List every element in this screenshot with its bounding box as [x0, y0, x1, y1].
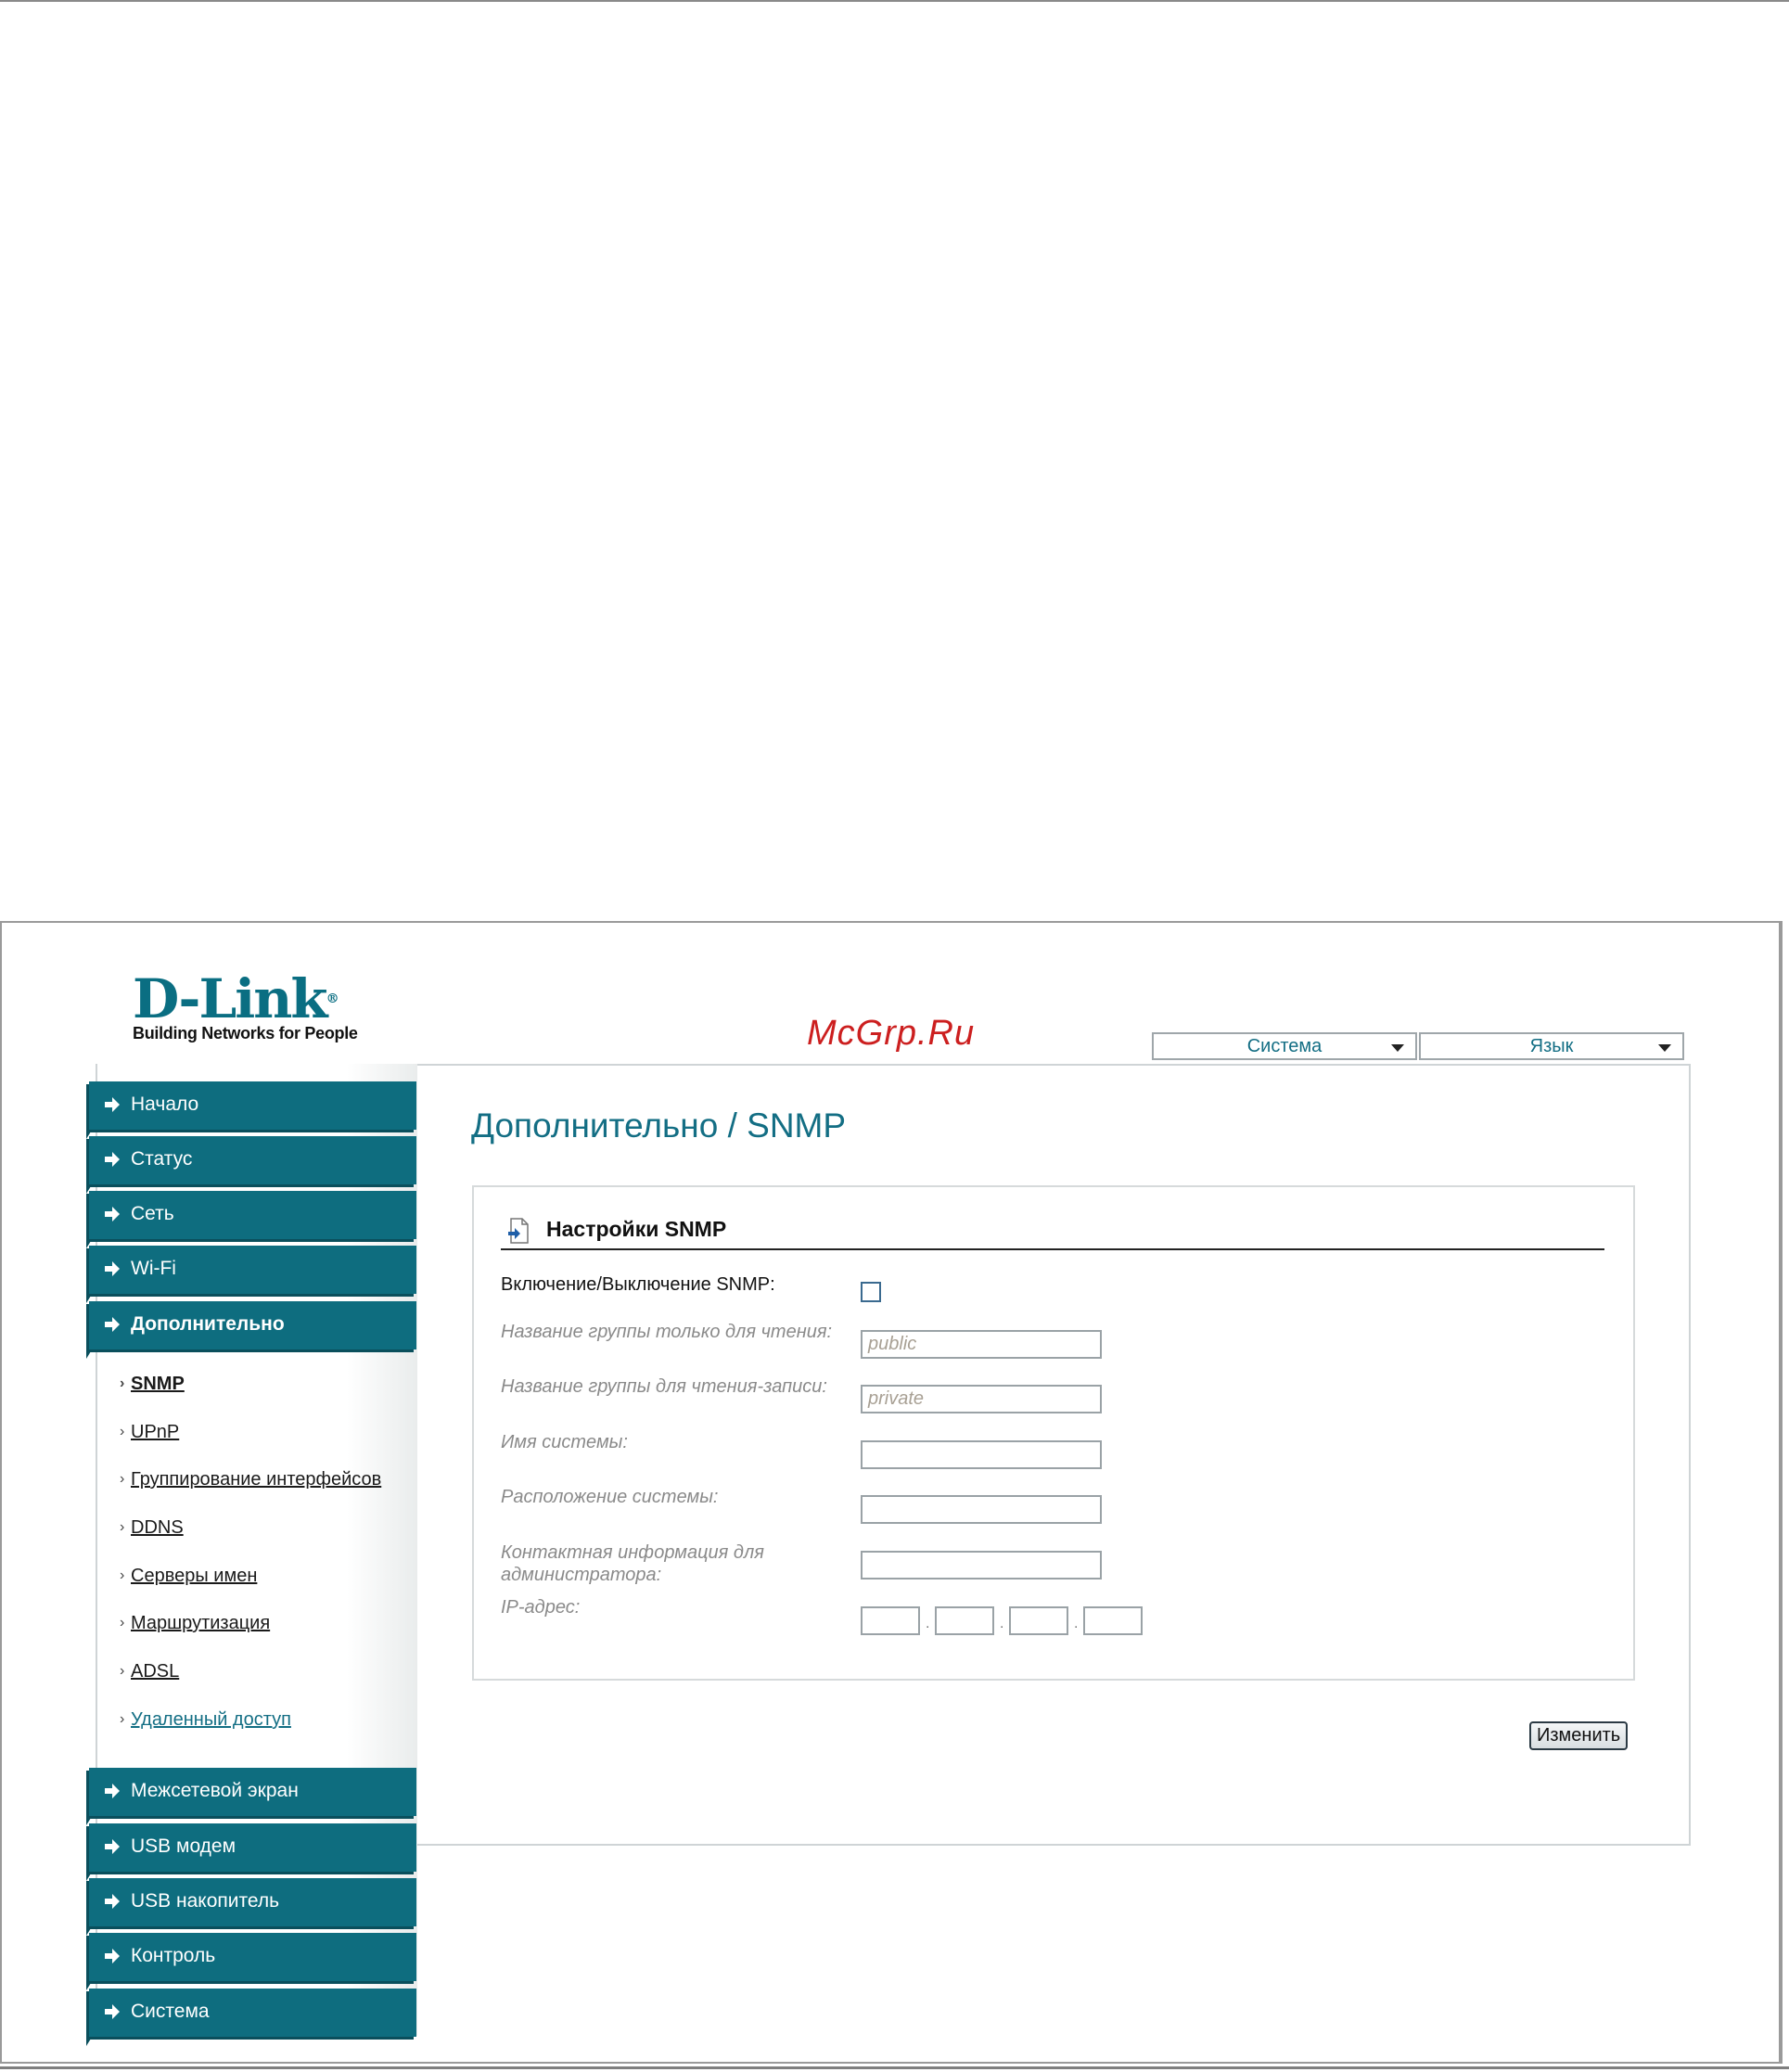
sidebar-item-network[interactable]: Сеть [86, 1191, 416, 1248]
ip-octet-4-input[interactable] [1083, 1606, 1143, 1635]
section-title: Настройки SNMP [546, 1217, 727, 1241]
submenu-item-label: SNMP [131, 1374, 185, 1394]
arrow-right-icon [105, 1784, 120, 1798]
submenu-item-label: DDNS [131, 1517, 184, 1538]
chevron-right-icon: › [120, 1663, 125, 1679]
arrow-right-icon [105, 1839, 120, 1854]
snmp-enable-checkbox[interactable] [861, 1282, 881, 1302]
submenu-item-upnp[interactable]: › UPnP [120, 1422, 180, 1443]
watermark: McGrp.Ru [807, 1014, 976, 1053]
submenu-item-adsl[interactable]: › ADSL [120, 1661, 180, 1682]
sidebar-item-label: Статус [131, 1148, 193, 1170]
submenu-item-interface-grouping[interactable]: › Группирование интерфейсов [120, 1469, 382, 1490]
system-location-input[interactable] [861, 1495, 1102, 1524]
submenu-item-remote-access[interactable]: › Удаленный доступ [120, 1709, 291, 1731]
arrow-right-icon [105, 1317, 120, 1332]
system-name-label: Имя системы: [501, 1432, 628, 1452]
readonly-community-label: Название группы только для чтения: [501, 1322, 833, 1342]
submenu-item-ddns[interactable]: › DDNS [120, 1517, 184, 1539]
admin-contact-label: Контактная информация для администратора… [501, 1542, 764, 1585]
submenu-item-snmp[interactable]: › SNMP [120, 1374, 185, 1395]
chevron-down-icon [1658, 1044, 1671, 1052]
logo-text: D-Link [133, 967, 328, 1030]
ip-separator: . [926, 1616, 930, 1631]
submenu-item-label: Серверы имен [131, 1566, 258, 1586]
sidebar-item-firewall[interactable]: Межсетевой экран [86, 1768, 416, 1825]
ip-separator: . [1000, 1616, 1004, 1631]
page-arrow-icon [508, 1218, 529, 1244]
snmp-enable-label: Включение/Выключение SNMP: [501, 1274, 775, 1295]
sidebar-item-label: Система [131, 2001, 210, 2022]
ip-octet-1-input[interactable] [861, 1606, 920, 1635]
chevron-right-icon: › [120, 1519, 125, 1535]
sidebar-item-control[interactable]: Контроль [86, 1933, 416, 1990]
submenu-item-label: Удаленный доступ [131, 1709, 291, 1730]
arrow-right-icon [105, 1949, 120, 1963]
logo-tagline: Building Networks for People [133, 1024, 358, 1042]
ip-octet-2-input[interactable] [935, 1606, 994, 1635]
system-menu-label: Система [1246, 1036, 1323, 1056]
arrow-right-icon [105, 1894, 120, 1909]
ip-separator: . [1074, 1616, 1079, 1631]
submenu-item-label: Маршрутизация [131, 1613, 271, 1633]
sidebar-item-wifi[interactable]: Wi-Fi [86, 1246, 416, 1303]
sidebar-item-advanced[interactable]: Дополнительно [86, 1301, 416, 1359]
chevron-right-icon: › [120, 1615, 125, 1631]
ip-address-label: IP-адрес: [501, 1597, 581, 1618]
arrow-right-icon [105, 1152, 120, 1167]
page-top-rule [0, 0, 1789, 2]
submenu-item-label: Группирование интерфейсов [131, 1469, 382, 1490]
change-button[interactable]: Изменить [1529, 1721, 1629, 1750]
sidebar-item-label: Межсетевой экран [131, 1780, 299, 1801]
chevron-down-icon [1391, 1044, 1404, 1052]
sidebar-item-usb-modem[interactable]: USB модем [86, 1823, 416, 1881]
arrow-right-icon [105, 1207, 120, 1221]
language-menu-select[interactable]: Язык [1419, 1032, 1684, 1060]
dlink-logo: D-Link® Building Networks for People [133, 972, 358, 1043]
sidebar-item-label: Начало [131, 1094, 199, 1115]
arrow-right-icon [105, 2004, 120, 2019]
language-menu-label: Язык [1529, 1036, 1574, 1056]
ip-octet-3-input[interactable] [1009, 1606, 1068, 1635]
sidebar-item-label: USB накопитель [131, 1890, 280, 1912]
section-divider [501, 1248, 1604, 1250]
readwrite-community-label: Название группы для чтения-записи: [501, 1376, 827, 1397]
logo-registered-mark: ® [326, 991, 339, 1006]
system-menu-select[interactable]: Система [1152, 1032, 1417, 1060]
submenu-item-label: ADSL [131, 1661, 180, 1682]
sidebar-item-label: Сеть [131, 1203, 174, 1224]
system-location-label: Расположение системы: [501, 1487, 719, 1507]
page-bottom-rule [0, 2066, 1789, 2069]
sidebar-item-status[interactable]: Статус [86, 1136, 416, 1194]
sidebar-item-start[interactable]: Начало [86, 1081, 416, 1139]
chevron-right-icon: › [120, 1375, 125, 1391]
submenu-item-routing[interactable]: › Маршрутизация [120, 1613, 271, 1634]
readwrite-community-input[interactable]: private [861, 1385, 1102, 1413]
sidebar-item-label: USB модем [131, 1835, 236, 1857]
chevron-right-icon: › [120, 1567, 125, 1583]
sidebar-item-system[interactable]: Система [86, 1989, 416, 2046]
submenu-item-label: UPnP [131, 1422, 180, 1442]
sidebar-item-label: Контроль [131, 1945, 216, 1966]
arrow-right-icon [105, 1097, 120, 1112]
sidebar-item-label: Wi-Fi [131, 1258, 176, 1279]
readonly-community-input[interactable]: public [861, 1330, 1102, 1359]
chevron-right-icon: › [120, 1711, 125, 1727]
chevron-right-icon: › [120, 1424, 125, 1439]
sidebar-item-label: Дополнительно [131, 1313, 285, 1335]
system-name-input[interactable] [861, 1440, 1102, 1469]
submenu-item-name-servers[interactable]: › Серверы имен [120, 1566, 258, 1587]
chevron-right-icon: › [120, 1471, 125, 1487]
admin-contact-input[interactable] [861, 1551, 1102, 1580]
sidebar-item-usb-storage[interactable]: USB накопитель [86, 1878, 416, 1936]
arrow-right-icon [105, 1261, 120, 1276]
page-title: Дополнительно / SNMP [471, 1106, 847, 1145]
